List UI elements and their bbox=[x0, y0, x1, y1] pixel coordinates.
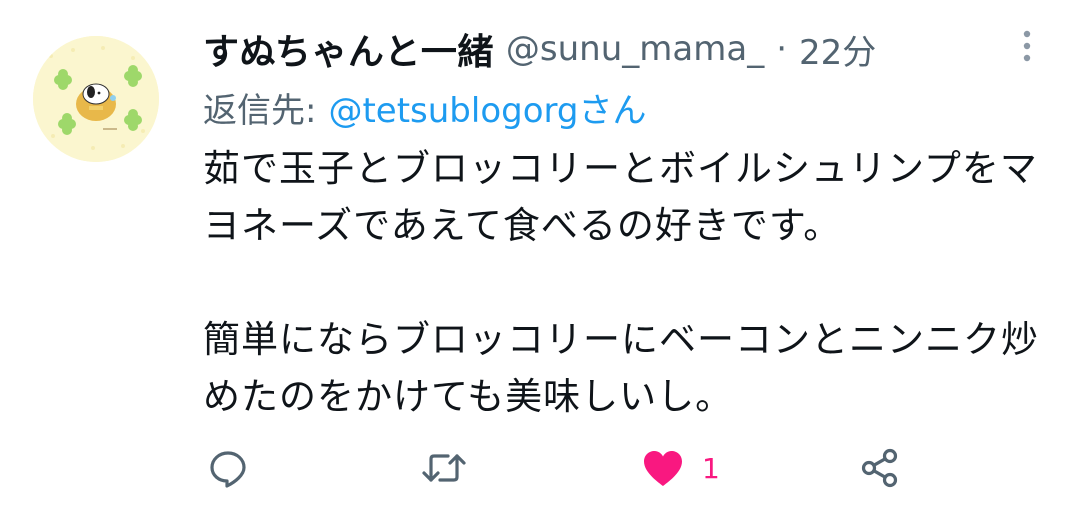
share-icon bbox=[861, 448, 898, 488]
tweet-paragraph-spacer bbox=[203, 254, 1053, 311]
replying-to-link[interactable]: @tetsublogorgさん bbox=[328, 83, 646, 132]
speech-bubble-icon bbox=[210, 451, 246, 488]
tweet-paragraph: 茹で玉子とブロッコリーとボイルシュリンプをマヨネーズであえて食べるの好きです。 bbox=[203, 147, 1038, 247]
like-button[interactable]: 1 bbox=[640, 440, 720, 496]
display-name[interactable]: すぬちゃんと一緒 bbox=[203, 23, 494, 75]
timestamp[interactable]: 22分 bbox=[799, 25, 876, 74]
retweet-icon bbox=[422, 454, 466, 482]
action-bar: 1 bbox=[0, 440, 1080, 496]
separator-dot: · bbox=[776, 29, 788, 69]
tweet-card[interactable]: すぬちゃんと一緒 @sunu_mama_ · 22分 返信先: @tetsubl… bbox=[0, 0, 1080, 520]
tweet-header: すぬちゃんと一緒 @sunu_mama_ · 22分 bbox=[203, 24, 876, 74]
share-button[interactable] bbox=[858, 440, 902, 496]
heart-filled-icon bbox=[644, 451, 682, 486]
reply-button[interactable] bbox=[206, 440, 250, 496]
vertical-dots-icon bbox=[1023, 30, 1031, 62]
more-options-button[interactable] bbox=[1010, 26, 1044, 66]
replying-to: 返信先: @tetsublogorgさん bbox=[203, 83, 647, 132]
tweet-paragraph: 簡単にならブロッコリーにベーコンとニンニク炒めたのをかけても美味しいし。 bbox=[203, 318, 1039, 418]
user-handle[interactable]: @sunu_mama_ bbox=[506, 29, 764, 69]
avatar-image bbox=[33, 36, 159, 162]
like-count: 1 bbox=[702, 451, 720, 485]
avatar[interactable] bbox=[33, 36, 159, 162]
retweet-button[interactable] bbox=[420, 440, 468, 496]
tweet-text: 茹で玉子とブロッコリーとボイルシュリンプをマヨネーズであえて食べるの好きです。 … bbox=[203, 140, 1053, 425]
replying-to-label: 返信先: bbox=[203, 90, 317, 131]
